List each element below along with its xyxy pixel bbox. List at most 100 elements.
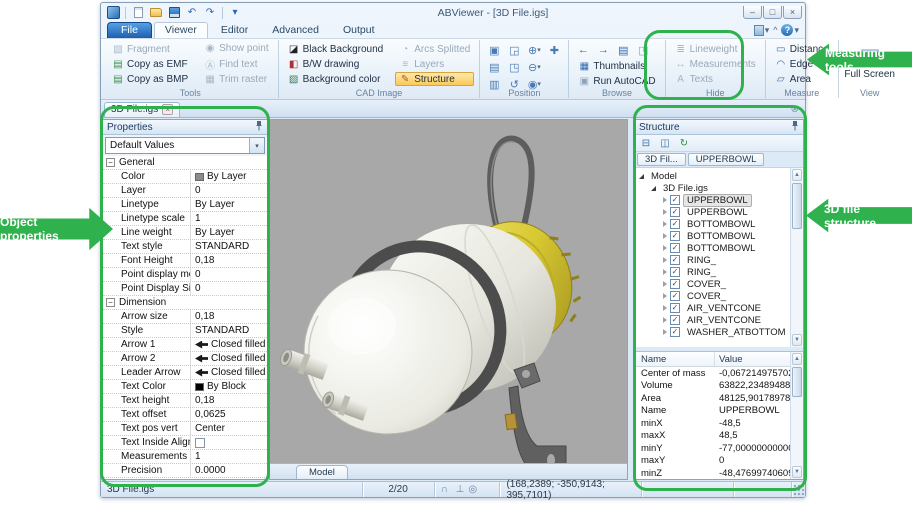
- tree-item[interactable]: ✓ WASHER_ATBOTTOM: [635, 326, 790, 338]
- tab-bar-close-button[interactable]: ⊗: [788, 104, 802, 117]
- property-row[interactable]: Point display mode 0: [103, 268, 267, 282]
- tree-item[interactable]: ✓ RING_: [635, 254, 790, 266]
- split-horizontal-icon[interactable]: ⊟: [638, 136, 654, 150]
- expander-closed-icon[interactable]: [663, 209, 667, 215]
- expander-closed-icon[interactable]: [663, 221, 667, 227]
- ribbon-tab[interactable]: Advanced: [261, 22, 330, 38]
- expander-closed-icon[interactable]: [663, 269, 667, 275]
- app-menu-button[interactable]: [105, 6, 121, 20]
- property-row[interactable]: Measurements Scale 1: [103, 450, 267, 464]
- table-row[interactable]: Area 48125,9017897868: [635, 392, 790, 405]
- property-row[interactable]: Arrow size 0,18: [103, 310, 267, 324]
- viewports-icon[interactable]: ▣: [485, 42, 503, 58]
- tree-item[interactable]: ✓ BOTTOMBOWL: [635, 242, 790, 254]
- snap-marker-icon[interactable]: ◎: [468, 484, 477, 495]
- table-row[interactable]: minZ -48,47699740609...: [635, 467, 790, 479]
- help-button[interactable]: ? ▾: [781, 24, 799, 36]
- tree-item[interactable]: ✓ UPPERBOWL: [635, 193, 790, 207]
- properties-preset-dropdown[interactable]: Default Values ▾: [105, 137, 265, 154]
- visibility-checkbox[interactable]: ✓: [670, 231, 680, 241]
- expander-closed-icon[interactable]: [663, 293, 667, 299]
- tree-item[interactable]: ✓ RING_: [635, 266, 790, 278]
- expander-closed-icon[interactable]: [663, 329, 667, 335]
- property-row[interactable]: Precision 0.0000: [103, 464, 267, 478]
- style-selector-button[interactable]: ▾: [753, 24, 769, 36]
- table-row[interactable]: Name UPPERBOWL: [635, 405, 790, 418]
- maximize-button[interactable]: □: [763, 6, 782, 19]
- visibility-checkbox[interactable]: ✓: [670, 303, 680, 313]
- visibility-checkbox[interactable]: ✓: [670, 195, 680, 205]
- scrollbar-thumb[interactable]: [792, 183, 802, 229]
- minimize-button[interactable]: –: [743, 6, 762, 19]
- expander-open-icon[interactable]: [651, 185, 656, 191]
- name-column-header[interactable]: Name: [635, 352, 715, 366]
- back-icon[interactable]: ←: [574, 42, 592, 58]
- drawing-viewport[interactable]: Model: [269, 119, 628, 480]
- tree-item[interactable]: ✓ BOTTOMBOWL: [635, 230, 790, 242]
- tree-item[interactable]: ✓ AIR_VENTCONE: [635, 302, 790, 314]
- property-row[interactable]: Text style STANDARD: [103, 240, 267, 254]
- forward-icon[interactable]: →: [594, 42, 612, 58]
- ribbon-button[interactable]: ◔ Arcs Splitted: [395, 42, 474, 56]
- document-tab[interactable]: 3D File.igs ×: [104, 102, 181, 117]
- ribbon-button[interactable]: ✎ Structure: [395, 72, 475, 86]
- property-row[interactable]: Text pos vert Center: [103, 422, 267, 436]
- expander-closed-icon[interactable]: [663, 233, 667, 239]
- expander-closed-icon[interactable]: [663, 245, 667, 251]
- table-row[interactable]: maxX 48,5: [635, 430, 790, 443]
- structure-tab[interactable]: UPPERBOWL: [687, 153, 765, 166]
- refresh-icon[interactable]: ↻: [676, 136, 692, 150]
- tree-item[interactable]: ✓ COVER_: [635, 278, 790, 290]
- property-row[interactable]: Text Color By Block: [103, 380, 267, 394]
- property-row[interactable]: Font Height 0,18: [103, 254, 267, 268]
- tree-item[interactable]: ✓ BOTTOMBOWL: [635, 218, 790, 230]
- ribbon-button[interactable]: ▤ Copy as BMP: [108, 72, 192, 86]
- file-menu-button[interactable]: File: [107, 22, 152, 38]
- expander-open-icon[interactable]: [639, 173, 644, 179]
- tree-file-node[interactable]: 3D File.igs: [635, 182, 790, 194]
- checkbox[interactable]: [195, 437, 205, 448]
- collapse-ribbon-button[interactable]: ^: [773, 25, 777, 35]
- save-button[interactable]: [166, 6, 182, 20]
- pan-icon[interactable]: ✚: [545, 42, 563, 58]
- expander-closed-icon[interactable]: [663, 317, 667, 323]
- property-row[interactable]: Style STANDARD: [103, 324, 267, 338]
- tree-root-node[interactable]: Model: [635, 170, 790, 182]
- property-row[interactable]: − General: [103, 156, 267, 170]
- panel-splitter[interactable]: [628, 118, 633, 481]
- pin-icon[interactable]: [255, 120, 263, 134]
- close-button[interactable]: ×: [783, 6, 802, 19]
- ribbon-button[interactable]: ▧ Fragment: [108, 42, 192, 56]
- visibility-checkbox[interactable]: ✓: [670, 219, 680, 229]
- structure-tab[interactable]: 3D Fil...: [637, 153, 686, 166]
- table-row[interactable]: Volume 63822,2348948852: [635, 380, 790, 393]
- osnap-icon[interactable]: ∩: [441, 484, 448, 495]
- scroll-up-icon[interactable]: ▲: [792, 169, 802, 181]
- property-row[interactable]: Point Display Size 0: [103, 282, 267, 296]
- external-view-icon[interactable]: ◳: [634, 42, 652, 58]
- ribbon-button[interactable]: ▣ Run AutoCAD: [574, 74, 659, 89]
- zoom-in-icon[interactable]: ⊕ ▾: [525, 42, 543, 58]
- property-row[interactable]: Text offset 0,0625: [103, 408, 267, 422]
- ribbon-button[interactable]: ▦ Thumbnails: [574, 59, 659, 74]
- ribbon-button[interactable]: A Texts: [671, 72, 760, 86]
- ribbon-button[interactable]: ▱ Area: [771, 72, 833, 86]
- table-row[interactable]: minX -48,5: [635, 417, 790, 430]
- ortho-icon[interactable]: ⊥: [456, 484, 465, 495]
- property-row[interactable]: Color By Layer: [103, 170, 267, 184]
- ribbon-button[interactable]: ↔ Measurements: [671, 57, 760, 71]
- table-row[interactable]: minY -77,00000000000...: [635, 442, 790, 455]
- property-row[interactable]: Text height 0,18: [103, 394, 267, 408]
- property-row[interactable]: − Dimension: [103, 296, 267, 310]
- visibility-checkbox[interactable]: ✓: [670, 279, 680, 289]
- ribbon-button[interactable]: ▦ Trim raster: [200, 73, 272, 87]
- ribbon-button[interactable]: ◧ B/W drawing: [284, 57, 388, 71]
- table-row[interactable]: maxY 0: [635, 455, 790, 468]
- fit-to-window-icon[interactable]: ◳: [505, 59, 523, 75]
- scroll-down-icon[interactable]: ▼: [792, 334, 802, 346]
- undo-button[interactable]: ↶: [184, 6, 200, 20]
- tree-scrollbar[interactable]: ▲ ▼: [790, 168, 803, 347]
- visibility-checkbox[interactable]: ✓: [670, 327, 680, 337]
- tree-item[interactable]: ✓ UPPERBOWL: [635, 206, 790, 218]
- property-row[interactable]: Layer 0: [103, 184, 267, 198]
